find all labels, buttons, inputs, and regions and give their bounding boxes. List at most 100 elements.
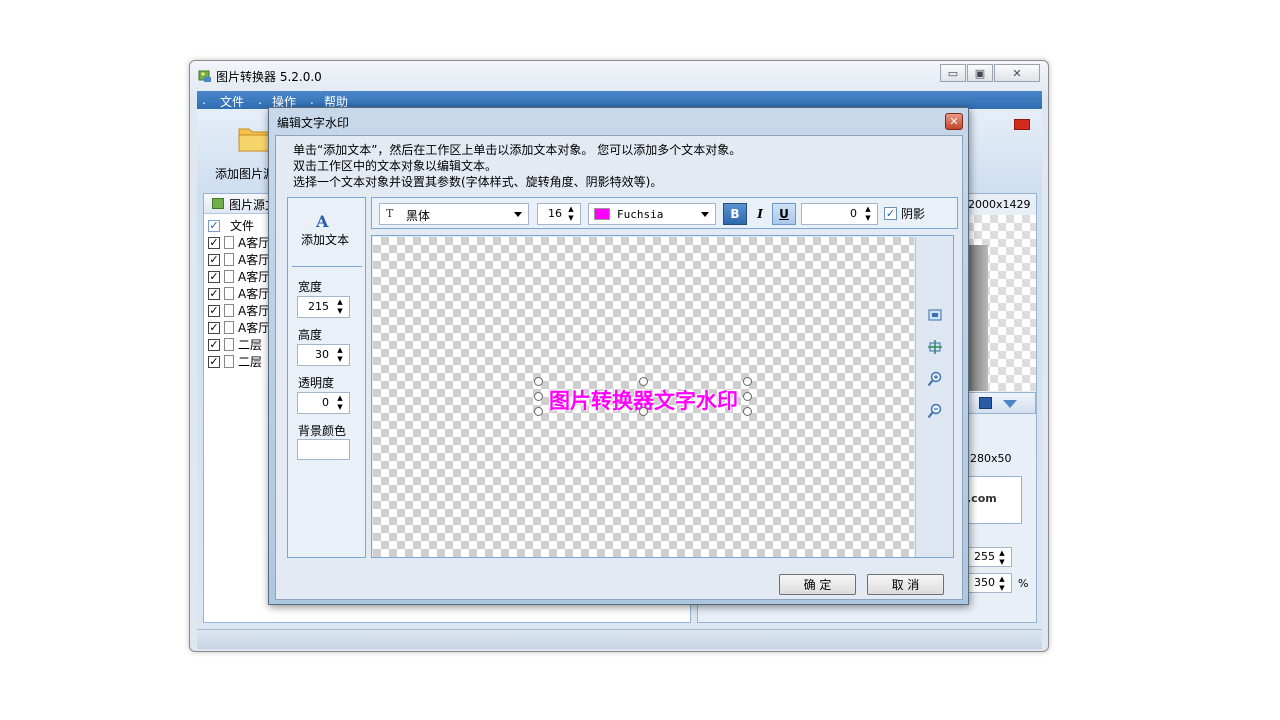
row-checkbox[interactable]: ✓ [208,287,220,300]
spin-up-icon[interactable]: ▲ [996,575,1008,584]
workspace-canvas[interactable]: 图片转换器文字水印 [373,237,914,557]
maximize-button[interactable]: ▣ [967,64,993,82]
zoom-in-icon[interactable] [927,371,943,387]
file-icon [224,287,234,300]
select-all-checkbox[interactable]: ✓ [208,219,220,232]
file-icon [224,270,234,283]
row-checkbox[interactable]: ✓ [208,253,220,266]
spin-up-icon[interactable]: ▲ [334,298,346,307]
add-folder-icon[interactable] [237,123,271,153]
watermark-preview: .com [966,476,1022,524]
workspace-tool-strip [915,237,953,557]
divider [292,266,362,267]
image-icon [212,198,224,209]
rotation-stepper[interactable]: 0 ▲ ▼ [801,203,878,225]
list-item[interactable]: ✓ A客厅 [208,251,270,268]
resize-handle[interactable] [534,407,543,416]
shadow-label[interactable]: 阴影 [901,205,925,222]
shadow-checkbox[interactable]: ✓ [884,207,897,220]
resize-handle[interactable] [743,392,752,401]
file-icon [224,338,234,351]
add-image-source-label[interactable]: 添加图片源 [215,165,275,182]
spin-down-icon[interactable]: ▼ [334,403,346,412]
spin-up-icon[interactable]: ▲ [996,549,1008,558]
list-item[interactable]: ✓ A客厅 [208,319,270,336]
dialog-close-button[interactable]: ✕ [945,113,963,130]
fit-to-window-icon[interactable] [927,307,943,323]
spin-up-icon[interactable]: ▲ [334,394,346,403]
spin-down-icon[interactable]: ▼ [996,558,1008,567]
list-item[interactable]: ✓ A客厅 [208,285,270,302]
row-checkbox[interactable]: ✓ [208,355,220,368]
edit-text-watermark-dialog: 编辑文字水印 ✕ 单击“添加文本”，然后在工作区上单击以添加文本对象。 您可以添… [268,107,969,605]
chevron-down-icon[interactable] [1003,400,1017,408]
opacity-label: 透明度 [298,376,335,390]
save-icon[interactable] [979,397,992,409]
spin-up-icon[interactable]: ▲ [334,346,346,355]
cancel-button[interactable]: 取 消 [867,574,944,595]
row-checkbox[interactable]: ✓ [208,338,220,351]
percent-label: % [1018,577,1029,590]
zoom-out-icon[interactable] [927,403,943,419]
menu-file[interactable]: 文件 [220,93,244,110]
spin-down-icon[interactable]: ▼ [334,307,346,316]
window-close-button[interactable]: ✕ [994,64,1040,82]
value-b-stepper[interactable]: 350 ▲ ▼ [966,573,1012,593]
file-icon [224,355,234,368]
color-swatch [594,208,610,220]
resize-handle[interactable] [743,407,752,416]
value-a-stepper[interactable]: 255 ▲ ▼ [966,547,1012,567]
file-icon [224,236,234,249]
list-item[interactable]: ✓ A客厅 [208,234,270,251]
properties-side-panel: A 添加文本 宽度 215 ▲ ▼ 高度 30 ▲ ▼ 透明度 0 ▲ ▼ 背景… [287,197,366,558]
spin-down-icon[interactable]: ▼ [334,355,346,364]
list-item[interactable]: ✓ A客厅 [208,302,270,319]
resize-handle[interactable] [639,377,648,386]
font-size-stepper[interactable]: 16 ▲ ▼ [537,203,581,225]
resize-handle[interactable] [534,377,543,386]
font-family-select[interactable]: T 黑体 [379,203,529,225]
underline-button[interactable]: U [772,203,796,225]
spin-down-icon[interactable]: ▼ [862,214,874,223]
list-item[interactable]: ✓ A客厅 [208,268,270,285]
font-icon: T [386,207,394,220]
ok-button[interactable]: 确 定 [779,574,856,595]
add-text-icon[interactable]: A [316,212,328,231]
resize-handle[interactable] [534,392,543,401]
chevron-down-icon [514,212,522,217]
watermark-text-object[interactable]: 图片转换器文字水印 [534,377,752,416]
width-stepper[interactable]: 215 ▲ ▼ [297,296,350,318]
spin-up-icon[interactable]: ▲ [862,205,874,214]
actual-size-icon[interactable] [927,339,943,355]
watermark-size-label: 280x50 [970,452,1012,465]
hint-line-1: 单击“添加文本”，然后在工作区上单击以添加文本对象。 您可以添加多个文本对象。 [293,143,742,157]
image-size-label: 2000x1429 [968,198,1031,211]
list-item[interactable]: ✓ 二层 [208,336,262,353]
row-checkbox[interactable]: ✓ [208,270,220,283]
dialog-title: 编辑文字水印 [277,116,350,130]
file-column-header[interactable]: ✓ 文件 [208,217,254,234]
row-checkbox[interactable]: ✓ [208,321,220,334]
language-flag-icon[interactable] [1014,119,1030,130]
resize-handle[interactable] [639,407,648,416]
bold-button[interactable]: B [723,203,747,225]
height-stepper[interactable]: 30 ▲ ▼ [297,344,350,366]
spin-up-icon[interactable]: ▲ [565,205,577,214]
italic-button[interactable]: I [748,203,772,225]
workspace-frame: 图片转换器文字水印 [371,235,954,558]
row-checkbox[interactable]: ✓ [208,304,220,317]
height-label: 高度 [298,328,323,342]
spin-down-icon[interactable]: ▼ [996,584,1008,593]
opacity-stepper[interactable]: 0 ▲ ▼ [297,392,350,414]
file-icon [224,253,234,266]
font-color-select[interactable]: Fuchsia [588,203,716,225]
row-checkbox[interactable]: ✓ [208,236,220,249]
list-item[interactable]: ✓ 二层 [208,353,262,370]
minimize-button[interactable]: ▭ [940,64,966,82]
resize-handle[interactable] [743,377,752,386]
file-icon [224,304,234,317]
background-color-picker[interactable] [297,439,350,460]
add-text-button[interactable]: 添加文本 [301,231,349,248]
spin-down-icon[interactable]: ▼ [565,214,577,223]
hint-line-2: 双击工作区中的文本对象以编辑文本。 [293,159,498,173]
